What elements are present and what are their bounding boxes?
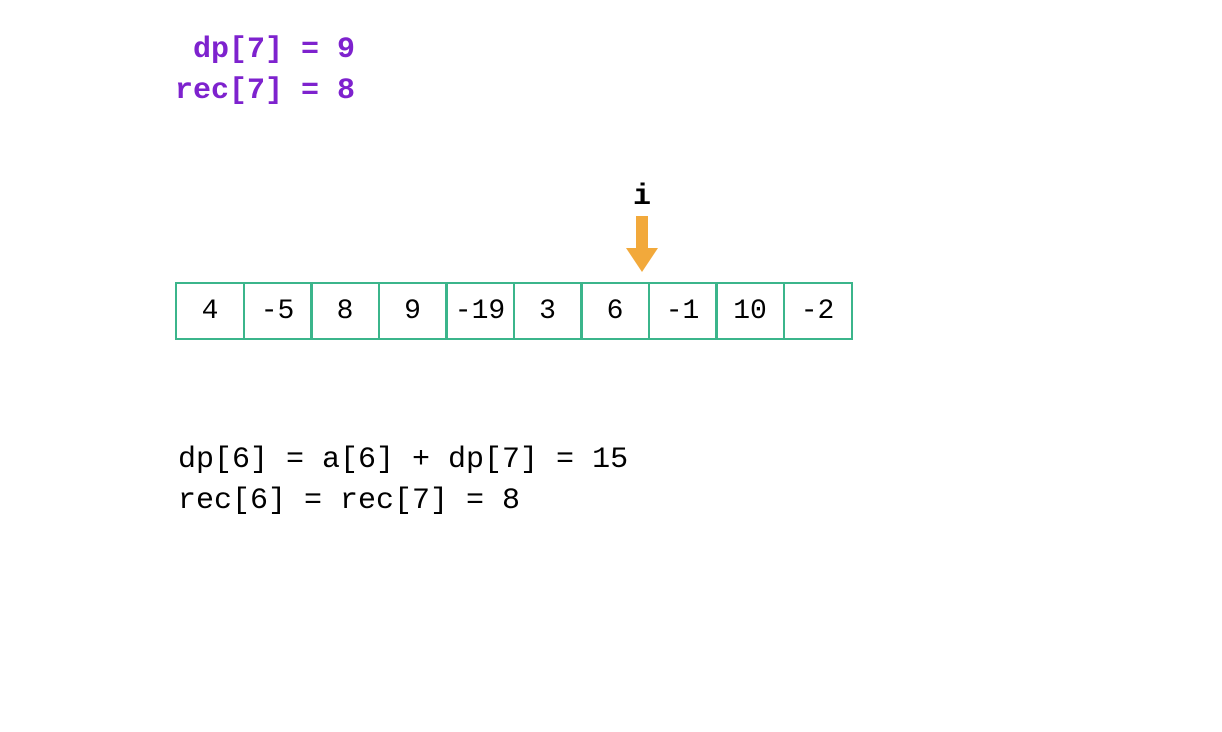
top-equations: dp[7] = 9 rec[7] = 8 [175,30,355,111]
rec-current-line: rec[6] = rec[7] = 8 [178,481,628,522]
array-cell: 9 [378,282,448,340]
rec-prev-line: rec[7] = 8 [175,71,355,112]
array-cell: -2 [783,282,853,340]
array-row: 4 -5 8 9 -19 3 6 -1 10 -2 [175,282,853,340]
pointer-label: i [624,182,660,212]
arrow-shaft [636,216,648,250]
array-cell: 4 [175,282,245,340]
diagram-container: dp[7] = 9 rec[7] = 8 i 4 -5 8 9 -19 3 6 … [0,0,1222,732]
dp-current-line: dp[6] = a[6] + dp[7] = 15 [178,440,628,481]
array-cell: -19 [445,282,515,340]
arrow-down-icon [624,216,660,274]
array-cell: 6 [580,282,650,340]
array-cell: -5 [243,282,313,340]
dp-prev-line: dp[7] = 9 [175,30,355,71]
arrow-head [626,248,658,272]
array-cell: 8 [310,282,380,340]
array-cell: 10 [715,282,785,340]
array-cell: 3 [513,282,583,340]
bottom-equations: dp[6] = a[6] + dp[7] = 15 rec[6] = rec[7… [178,440,628,521]
array-cell: -1 [648,282,718,340]
index-pointer: i [624,182,660,274]
